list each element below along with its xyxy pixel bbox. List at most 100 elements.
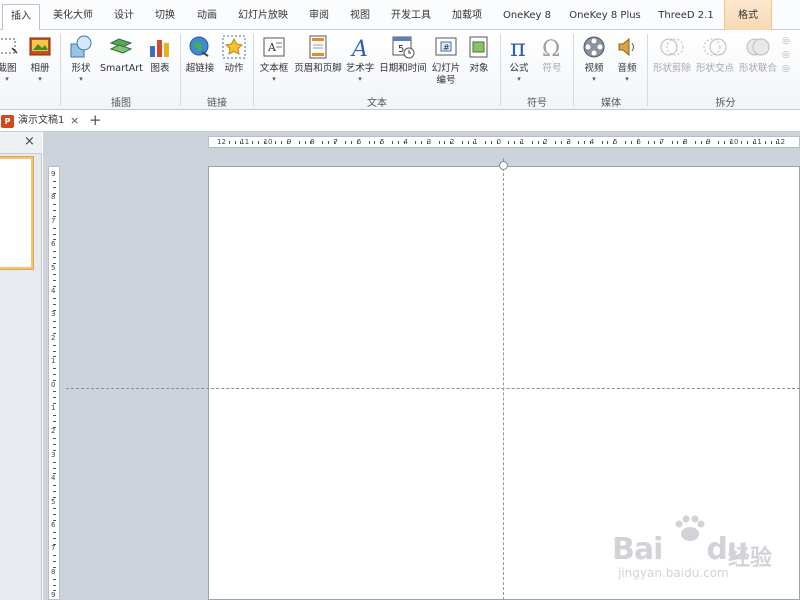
svg-text:A: A xyxy=(350,37,368,60)
album-button[interactable]: 相册 ▾ xyxy=(25,32,55,94)
svg-text:π: π xyxy=(510,34,526,60)
ruler-tick xyxy=(53,186,56,188)
smartart-icon xyxy=(109,38,133,54)
ruler-tick xyxy=(234,141,236,144)
tab-view[interactable]: 视图 xyxy=(344,4,376,30)
chevron-down-icon: ▾ xyxy=(592,75,596,83)
shape-crop-button[interactable]: 形状剪除 xyxy=(651,32,693,94)
ruler-tick-label: 9 xyxy=(706,138,711,146)
shape-union-button[interactable]: 形状联合 xyxy=(737,32,779,94)
ruler-tick xyxy=(560,141,562,144)
ruler-tick xyxy=(53,233,56,235)
omega-icon: Ω xyxy=(542,37,560,60)
ruler-tick-label: 3 xyxy=(426,138,432,146)
shape-intersect-button[interactable]: 形状交点 xyxy=(694,32,736,94)
group-separator xyxy=(500,34,501,106)
baidu-jingyan-watermark: Bai du 经验 jingyan.baidu.com xyxy=(612,514,792,586)
ruler-tick xyxy=(53,350,56,352)
horizontal-guide[interactable] xyxy=(66,388,800,389)
slide-number-button[interactable]: # 幻灯片 编号 xyxy=(430,32,462,94)
equation-button[interactable]: π 公式 ▾ xyxy=(504,32,534,94)
ruler-tick xyxy=(537,141,539,144)
new-tab-button[interactable]: + xyxy=(89,111,102,129)
action-star-icon xyxy=(222,35,246,59)
ruler-tick-label: 10 xyxy=(729,138,739,146)
ruler-tick-label: 1 xyxy=(473,138,478,146)
smartart-button[interactable]: SmartArt xyxy=(100,32,143,94)
ruler-tick-label: 11 xyxy=(240,138,250,146)
ruler-tick-label: 2 xyxy=(51,427,56,436)
tab-beautify-master[interactable]: 美化大师 xyxy=(48,4,98,30)
ruler-tick-label: 9 xyxy=(51,591,56,600)
ruler-tick xyxy=(298,141,300,144)
ruler-tick xyxy=(53,397,56,399)
slide-thumbnail[interactable] xyxy=(0,157,33,269)
group-separator xyxy=(60,34,61,106)
guide-handle[interactable] xyxy=(499,161,508,170)
close-icon[interactable]: × xyxy=(70,112,79,130)
close-icon[interactable]: × xyxy=(24,134,35,149)
tab-review[interactable]: 审阅 xyxy=(303,4,335,30)
ruler-tick xyxy=(53,584,56,586)
ruler-tick-label: 12 xyxy=(217,138,226,146)
wordart-button[interactable]: A 艺术字 ▾ xyxy=(345,32,375,94)
ruler-tick xyxy=(257,141,259,144)
action-button[interactable]: 动作 xyxy=(220,32,248,94)
tab-onekey8[interactable]: OneKey 8 xyxy=(498,4,556,30)
tab-threed[interactable]: ThreeD 2.1 xyxy=(654,4,718,30)
group-separator xyxy=(573,34,574,106)
ruler-tick-label: 3 xyxy=(566,138,571,146)
ruler-tick-label: 4 xyxy=(589,138,595,146)
audio-button[interactable]: 音频 ▾ xyxy=(612,32,642,94)
document-tab[interactable]: P 演示文稿1 × xyxy=(0,112,82,132)
tab-animations[interactable]: 动画 xyxy=(191,4,223,30)
screenshot-button[interactable]: 截图 ▾ xyxy=(0,32,24,94)
group-separator xyxy=(647,34,648,106)
chart-button[interactable]: 图表 xyxy=(145,32,175,94)
object-button[interactable]: 对象 xyxy=(464,32,494,94)
ruler-tick xyxy=(747,141,749,144)
tab-design[interactable]: 设计 xyxy=(108,4,140,30)
ruler-tick-label: 8 xyxy=(51,567,56,576)
ruler-tick xyxy=(53,180,56,182)
ruler-tick xyxy=(624,141,626,144)
tab-addins[interactable]: 加载项 xyxy=(446,4,488,30)
shapes-button[interactable]: 形状 ▾ xyxy=(64,32,98,94)
header-footer-button[interactable]: 页眉和页脚 xyxy=(292,32,344,94)
vertical-guide[interactable] xyxy=(503,158,504,600)
ruler-tick xyxy=(53,368,56,370)
vertical-ruler[interactable]: 9 8 7 6 5 4 3 2 1 0 1 2 3 4 5 6 7 8 9 xyxy=(48,166,60,600)
ruler-tick-label: 9 xyxy=(286,138,292,146)
ruler-tick xyxy=(694,141,696,144)
tab-slideshow[interactable]: 幻灯片放映 xyxy=(233,4,293,30)
datetime-button[interactable]: 5 日期和时间 xyxy=(377,32,429,94)
ruler-tick xyxy=(53,514,56,516)
horizontal-ruler[interactable]: 12 11 10 9 8 7 6 5 4 3 2 1 0 1 2 3 4 5 6 7 8 9 10 11 12 xyxy=(208,136,800,148)
ruler-tick-label: 4 xyxy=(51,287,56,295)
ruler-tick xyxy=(514,141,516,144)
ruler-tick xyxy=(654,141,656,144)
textbox-button[interactable]: A 文本框 ▾ xyxy=(257,32,291,94)
more-split-tools[interactable]: ◎ ◎ ◎ xyxy=(782,34,798,90)
tab-developer[interactable]: 开发工具 xyxy=(386,4,436,30)
ruler-tick xyxy=(53,391,56,393)
tab-format[interactable]: 格式 xyxy=(724,0,772,30)
ruler-tick xyxy=(252,141,254,144)
chevron-down-icon: ▾ xyxy=(517,75,521,83)
hyperlink-button[interactable]: 超链接 xyxy=(183,32,217,94)
ruler-tick-label: 6 xyxy=(51,240,56,249)
ruler-tick-label: 1 xyxy=(51,404,56,412)
ruler-tick-label: 8 xyxy=(51,193,56,202)
tab-onekey8-plus[interactable]: OneKey 8 Plus xyxy=(566,4,644,30)
ruler-tick xyxy=(53,438,56,440)
tab-insert[interactable]: 插入 xyxy=(2,4,40,31)
speaker-icon xyxy=(618,37,634,57)
ruler-tick-label: 4 xyxy=(403,138,408,146)
svg-text:A: A xyxy=(267,41,277,54)
tab-transitions[interactable]: 切换 xyxy=(149,4,181,30)
video-button[interactable]: 视频 ▾ xyxy=(578,32,610,94)
symbol-button[interactable]: Ω 符号 xyxy=(537,32,567,94)
header-footer-icon xyxy=(309,35,327,59)
ruler-tick-label: 6 xyxy=(636,138,641,146)
ruler-tick xyxy=(677,141,679,144)
